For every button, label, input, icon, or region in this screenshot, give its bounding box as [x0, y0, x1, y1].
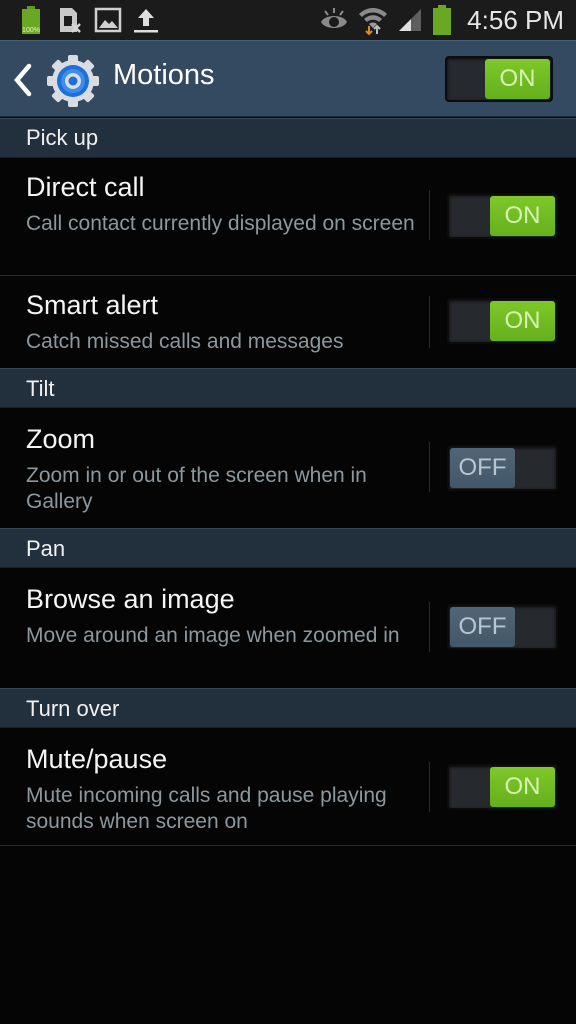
- smart-stay-eye-icon: [318, 0, 350, 40]
- upload-icon: [132, 0, 160, 40]
- divider: [0, 845, 576, 846]
- switch-knob: ON: [490, 196, 555, 236]
- switch-knob: ON: [485, 59, 550, 99]
- browse-an-image-switch[interactable]: OFF: [447, 604, 558, 650]
- setting-subtitle: Move around an image when zoomed in: [26, 624, 400, 647]
- setting-title: Direct call: [26, 172, 145, 202]
- divider: [429, 190, 430, 240]
- section-header-pick-up: Pick up: [0, 118, 576, 158]
- setting-row-direct-call[interactable]: Direct call Call contact currently displ…: [0, 158, 576, 276]
- cellular-signal-icon: [396, 0, 424, 40]
- clock: 4:56 PM: [467, 5, 564, 35]
- smart-alert-switch[interactable]: ON: [447, 298, 558, 344]
- setting-title: Browse an image: [26, 584, 235, 614]
- battery-icon: [429, 0, 455, 40]
- setting-subtitle: Mute incoming calls and pause playing so…: [26, 784, 387, 833]
- status-bar: 100% 4:56 PM: [0, 0, 576, 40]
- section-header-label: Tilt: [26, 376, 55, 401]
- wifi-data-icon: [357, 0, 389, 40]
- sim-missing-icon: [56, 0, 84, 40]
- motions-master-switch[interactable]: ON: [445, 56, 553, 102]
- setting-subtitle: Call contact currently displayed on scre…: [26, 212, 415, 235]
- switch-knob: OFF: [450, 607, 515, 647]
- section-header-turn-over: Turn over: [0, 688, 576, 728]
- switch-knob: ON: [490, 301, 555, 341]
- section-header-label: Pan: [26, 536, 66, 561]
- back-button[interactable]: [12, 63, 34, 97]
- switch-knob: ON: [490, 767, 555, 807]
- setting-row-browse-an-image[interactable]: Browse an image Move around an image whe…: [0, 568, 576, 688]
- gallery-image-icon: [93, 0, 123, 40]
- divider: [429, 762, 430, 812]
- section-header-label: Pick up: [26, 125, 99, 150]
- setting-title: Mute/pause: [26, 744, 168, 774]
- setting-row-smart-alert[interactable]: Smart alert Catch missed calls and messa…: [0, 276, 576, 368]
- section-header-tilt: Tilt: [0, 368, 576, 408]
- gear-icon: [47, 55, 99, 107]
- battery-percent-label: 100%: [22, 27, 40, 34]
- section-header-label: Turn over: [26, 696, 120, 721]
- battery-full-icon: 100%: [18, 0, 44, 40]
- switch-knob: OFF: [450, 448, 515, 488]
- page-title: Motions: [113, 59, 215, 91]
- divider: [429, 296, 430, 348]
- section-header-pan: Pan: [0, 528, 576, 568]
- zoom-switch[interactable]: OFF: [447, 445, 558, 491]
- chevron-left-icon: [14, 63, 32, 97]
- setting-subtitle: Zoom in or out of the screen when in Gal…: [26, 464, 367, 513]
- setting-title: Smart alert: [26, 290, 159, 320]
- divider: [429, 442, 430, 492]
- divider: [429, 602, 430, 652]
- setting-title: Zoom: [26, 424, 96, 454]
- mute-pause-switch[interactable]: ON: [447, 764, 558, 810]
- direct-call-switch[interactable]: ON: [447, 193, 558, 239]
- setting-row-mute-pause[interactable]: Mute/pause Mute incoming calls and pause…: [0, 728, 576, 846]
- motions-settings-icon: [46, 55, 100, 107]
- setting-row-zoom[interactable]: Zoom Zoom in or out of the screen when i…: [0, 408, 576, 528]
- setting-subtitle: Catch missed calls and messages: [26, 330, 344, 353]
